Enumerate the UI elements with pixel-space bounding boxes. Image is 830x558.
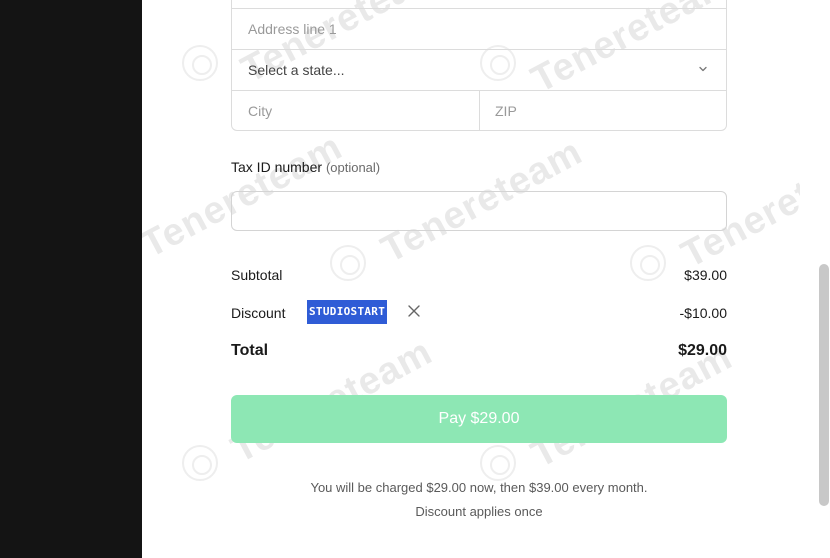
zip-placeholder: ZIP — [495, 103, 517, 119]
chevron-down-icon — [699, 66, 707, 72]
watermark-seal — [630, 245, 666, 281]
address-fieldset: Address line 1 Select a state... City ZI… — [231, 0, 727, 131]
pay-button[interactable]: Pay $29.00 — [231, 395, 727, 443]
address-line1-field[interactable]: Address line 1 — [232, 8, 726, 49]
address-line1-placeholder: Address line 1 — [248, 21, 337, 37]
watermark-seal — [182, 45, 218, 81]
billing-note: You will be charged $29.00 now, then $39… — [310, 480, 648, 495]
remove-discount-icon[interactable] — [407, 304, 421, 318]
discount-amount: -$10.00 — [679, 305, 727, 321]
subtotal-label: Subtotal — [231, 267, 283, 283]
discount-label: Discount — [231, 305, 286, 321]
checkout-form: Tenereteam Tenereteam Tenereteam Teneret… — [142, 0, 800, 558]
state-select-value: Select a state... — [248, 62, 345, 78]
city-zip-row: City ZIP — [232, 90, 726, 131]
discount-note: Discount applies once — [415, 504, 543, 519]
watermark-seal — [480, 445, 516, 481]
total-amount: $29.00 — [678, 342, 727, 359]
watermark-seal — [330, 245, 366, 281]
total-label: Total — [231, 342, 269, 359]
zip-field[interactable]: ZIP — [480, 91, 726, 131]
tax-id-input[interactable] — [231, 191, 727, 231]
subtotal-amount: $39.00 — [684, 267, 727, 283]
left-dark-panel — [0, 0, 142, 558]
city-field[interactable]: City — [232, 91, 479, 131]
scrollbar-thumb[interactable] — [819, 264, 829, 506]
state-select[interactable]: Select a state... — [232, 49, 726, 90]
city-placeholder: City — [248, 103, 273, 119]
discount-code-badge: STUDIOSTART — [307, 300, 388, 324]
watermark-seal — [182, 445, 218, 481]
tax-id-label: Tax ID number (optional) — [231, 159, 380, 175]
tax-id-label-text: Tax ID number — [231, 159, 323, 175]
optional-hint: (optional) — [325, 160, 381, 175]
